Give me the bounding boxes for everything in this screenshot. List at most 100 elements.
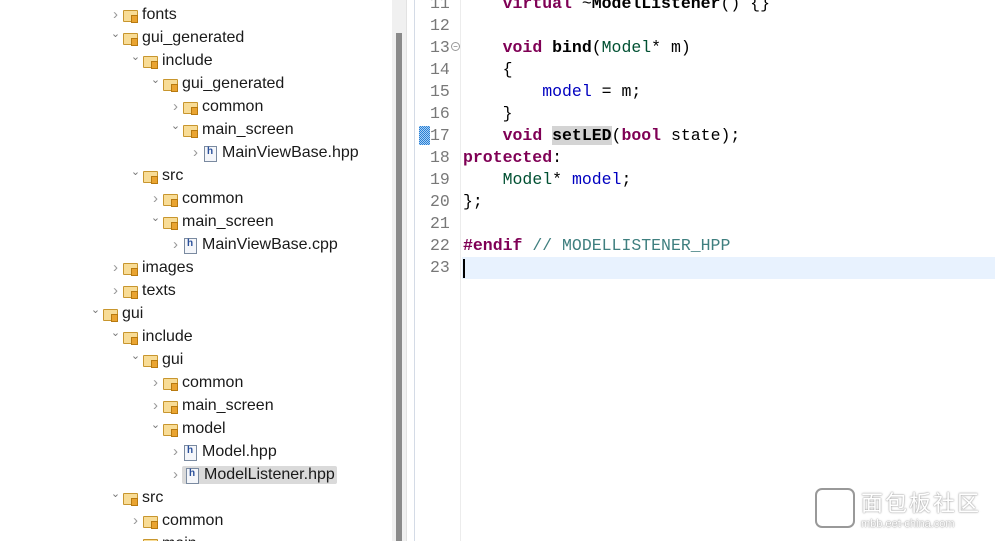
code-token: Model	[601, 38, 652, 57]
folder-icon	[122, 283, 138, 299]
chevron-right-icon[interactable]: ›	[109, 3, 122, 26]
tree-item[interactable]: ⌄ gui_generated	[109, 26, 244, 49]
tree-item-label: common	[162, 511, 224, 529]
chevron-right-icon[interactable]: ›	[169, 440, 182, 463]
chevron-right-icon[interactable]: ›	[109, 256, 122, 279]
tree-item-label: gui	[122, 304, 144, 322]
tree-item[interactable]: › main_screen	[149, 394, 274, 417]
tree-item-label: MainViewBase.hpp	[222, 143, 359, 161]
folder-icon	[162, 375, 178, 391]
folder-icon	[182, 99, 198, 115]
tree-item-label: gui_generated	[142, 28, 245, 46]
tree-item[interactable]: ⌄ gui	[129, 348, 183, 371]
chevron-down-icon[interactable]: ⌄	[89, 302, 102, 325]
tree-item-label: common	[202, 97, 264, 115]
tree-item[interactable]: › common	[149, 371, 243, 394]
code-line[interactable]: protected:	[463, 147, 562, 169]
chevron-down-icon[interactable]: ⌄	[149, 417, 162, 440]
code-token: setLED	[552, 126, 612, 145]
tree-item[interactable]: › MainViewBase.cpp	[169, 233, 338, 256]
folder-icon	[162, 421, 178, 437]
code-line[interactable]: }	[463, 103, 513, 125]
scrollbar-thumb[interactable]	[396, 33, 402, 541]
chevron-down-icon[interactable]: ⌄	[109, 26, 122, 49]
code-line[interactable]: void bind(Model* m)	[463, 37, 691, 59]
chevron-right-icon[interactable]: ›	[129, 532, 142, 541]
tree-item-label: images	[142, 258, 194, 276]
panel-divider[interactable]	[406, 0, 415, 541]
folder-icon	[142, 513, 158, 529]
folder-icon	[142, 53, 158, 69]
chevron-right-icon[interactable]: ›	[109, 279, 122, 302]
tree-item[interactable]: › Model.hpp	[169, 440, 277, 463]
folder-icon	[122, 30, 138, 46]
tree-item[interactable]: ⌄ src	[129, 164, 183, 187]
code-token: protected	[463, 148, 553, 167]
code-line[interactable]: #endif // MODELLISTENER_HPP	[463, 235, 730, 257]
chevron-down-icon[interactable]: ⌄	[129, 49, 142, 72]
chevron-right-icon[interactable]: ›	[169, 233, 182, 256]
tree-item-label: fonts	[142, 5, 177, 23]
chevron-right-icon[interactable]: ›	[169, 95, 182, 118]
tree-item[interactable]: › MainViewBase.hpp	[189, 141, 359, 164]
selected-item-highlight: ModelListener.hpp	[182, 465, 337, 484]
code-line[interactable]: model = m;	[463, 81, 641, 103]
folder-icon	[122, 329, 138, 345]
chevron-down-icon[interactable]: ⌄	[109, 325, 122, 348]
change-marker	[419, 126, 430, 145]
chevron-down-icon[interactable]: ⌄	[109, 486, 122, 509]
tree-item[interactable]: ⌄ include	[109, 325, 193, 348]
chevron-right-icon[interactable]: ›	[169, 463, 182, 486]
chevron-down-icon[interactable]: ⌄	[129, 348, 142, 371]
folder-icon	[142, 352, 158, 368]
tree-item[interactable]: › main	[129, 532, 197, 541]
chevron-right-icon[interactable]: ›	[149, 394, 162, 417]
chevron-right-icon[interactable]: ›	[149, 187, 162, 210]
code-editor[interactable]: − 11 virtual ~ModelListener() {} 12 13 voi…	[415, 0, 995, 541]
code-token: () {}	[720, 0, 770, 13]
tree-item[interactable]: › texts	[109, 279, 176, 302]
code-line[interactable]: virtual ~ModelListener() {}	[463, 0, 770, 15]
chevron-right-icon[interactable]: ›	[149, 371, 162, 394]
tree-item[interactable]: ⌄ model	[149, 417, 226, 440]
watermark-logo	[815, 488, 855, 528]
tree-item[interactable]: ⌄ include	[129, 49, 213, 72]
line-number: 23	[430, 258, 450, 277]
code-line[interactable]: {	[463, 59, 513, 81]
tree-item[interactable]: › fonts	[109, 3, 177, 26]
tree-item[interactable]: ⌄ gui_generated	[149, 72, 284, 95]
tree-item[interactable]: › images	[109, 256, 194, 279]
tree-item-label: common	[182, 373, 244, 391]
code-token: Model	[502, 170, 553, 189]
chevron-down-icon[interactable]: ⌄	[169, 118, 182, 141]
tree-item[interactable]: › common	[149, 187, 243, 210]
chevron-right-icon[interactable]: ›	[189, 141, 202, 164]
code-line[interactable]: void setLED(bool state);	[463, 125, 740, 147]
chevron-down-icon[interactable]: ⌄	[149, 72, 162, 95]
chevron-right-icon[interactable]: ›	[129, 509, 142, 532]
tree-vertical-scrollbar[interactable]	[392, 0, 406, 541]
code-token: model	[542, 82, 592, 101]
tree-item[interactable]: › ModelListener.hpp	[169, 463, 337, 486]
tree-item[interactable]: › common	[129, 509, 223, 532]
tree-item[interactable]: › common	[169, 95, 263, 118]
code-line[interactable]: };	[463, 191, 483, 213]
code-line[interactable]: Model* model;	[463, 169, 632, 191]
tree-item-label: MainViewBase.cpp	[202, 235, 338, 253]
chevron-down-icon[interactable]: ⌄	[149, 210, 162, 233]
tree-item[interactable]: ⌄ src	[109, 486, 163, 509]
code-token: = m;	[591, 82, 642, 101]
chevron-down-icon[interactable]: ⌄	[129, 164, 142, 187]
code-token: ModelListener	[591, 0, 721, 13]
tree-item[interactable]: ⌄ main_screen	[169, 118, 294, 141]
code-token: bind	[552, 38, 592, 57]
tree-item[interactable]: ⌄ gui	[89, 302, 143, 325]
code-token: model	[571, 170, 622, 189]
code-token: };	[463, 192, 483, 211]
tree-item[interactable]: ⌄ main_screen	[149, 210, 274, 233]
